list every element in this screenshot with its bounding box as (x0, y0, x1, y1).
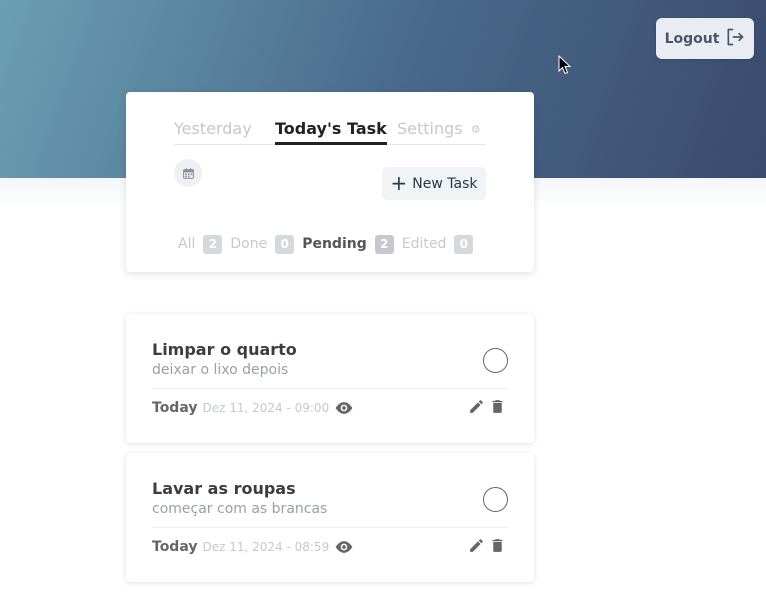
logout-button[interactable]: Logout (656, 18, 754, 59)
calendar-button[interactable] (174, 159, 202, 187)
task-date: Dez 11, 2024 - 08:59 (202, 540, 330, 554)
filter-label: All (178, 236, 196, 252)
filter-count: 0 (275, 234, 295, 254)
logout-icon (725, 27, 745, 51)
tab-settings[interactable]: Settings ⚙ (397, 118, 481, 145)
task-meta: Today Dez 11, 2024 - 08:59 (152, 539, 354, 555)
task-description: começar com as brancas (152, 501, 328, 517)
tab-yesterday[interactable]: Yesterday (174, 118, 252, 145)
task-actions (468, 537, 506, 554)
task-card: Limpar o quarto deixar o lixo depois Tod… (126, 314, 534, 443)
filter-count: 2 (203, 234, 223, 254)
filter-count: 0 (454, 234, 474, 254)
trash-icon[interactable] (489, 537, 506, 554)
tab-bar: Yesterday Today's Task Settings ⚙ (174, 118, 486, 145)
task-panel: Yesterday Today's Task Settings ⚙ + New … (126, 92, 534, 272)
filter-count: 2 (374, 234, 394, 254)
new-task-button[interactable]: + New Task (382, 167, 486, 200)
task-card: Lavar as roupas começar com as brancas T… (126, 453, 534, 582)
task-date: Dez 11, 2024 - 09:00 (202, 401, 330, 415)
new-task-label: New Task (412, 175, 478, 192)
task-day: Today (152, 400, 198, 416)
filter-label: Edited (401, 236, 447, 252)
gear-icon: ⚙ (470, 122, 481, 136)
filter-all[interactable]: All 2 (178, 234, 223, 254)
task-title: Lavar as roupas (152, 479, 296, 498)
task-day: Today (152, 539, 198, 555)
filter-done[interactable]: Done 0 (230, 234, 295, 254)
filter-label: Pending (302, 236, 367, 252)
task-meta: Today Dez 11, 2024 - 09:00 (152, 400, 354, 416)
task-complete-checkbox[interactable] (483, 487, 508, 512)
tab-settings-label: Settings (397, 119, 463, 138)
task-divider (152, 388, 508, 389)
filter-pending[interactable]: Pending 2 (302, 234, 394, 254)
eye-icon[interactable] (334, 401, 354, 415)
trash-icon[interactable] (489, 398, 506, 415)
task-description: deixar o lixo depois (152, 362, 289, 378)
filter-edited[interactable]: Edited 0 (401, 234, 474, 254)
task-actions (468, 398, 506, 415)
task-divider (152, 527, 508, 528)
filter-bar: All 2 Done 0 Pending 2 Edited 0 (178, 234, 475, 254)
filter-label: Done (230, 236, 268, 252)
task-complete-checkbox[interactable] (483, 348, 508, 373)
eye-icon[interactable] (334, 540, 354, 554)
edit-icon[interactable] (468, 398, 485, 415)
calendar-icon (182, 167, 194, 179)
task-title: Limpar o quarto (152, 340, 297, 359)
tab-todays-task[interactable]: Today's Task (275, 118, 387, 145)
edit-icon[interactable] (468, 537, 485, 554)
plus-icon: + (390, 170, 408, 195)
mouse-cursor-icon (558, 55, 572, 75)
logout-label: Logout (664, 30, 720, 47)
